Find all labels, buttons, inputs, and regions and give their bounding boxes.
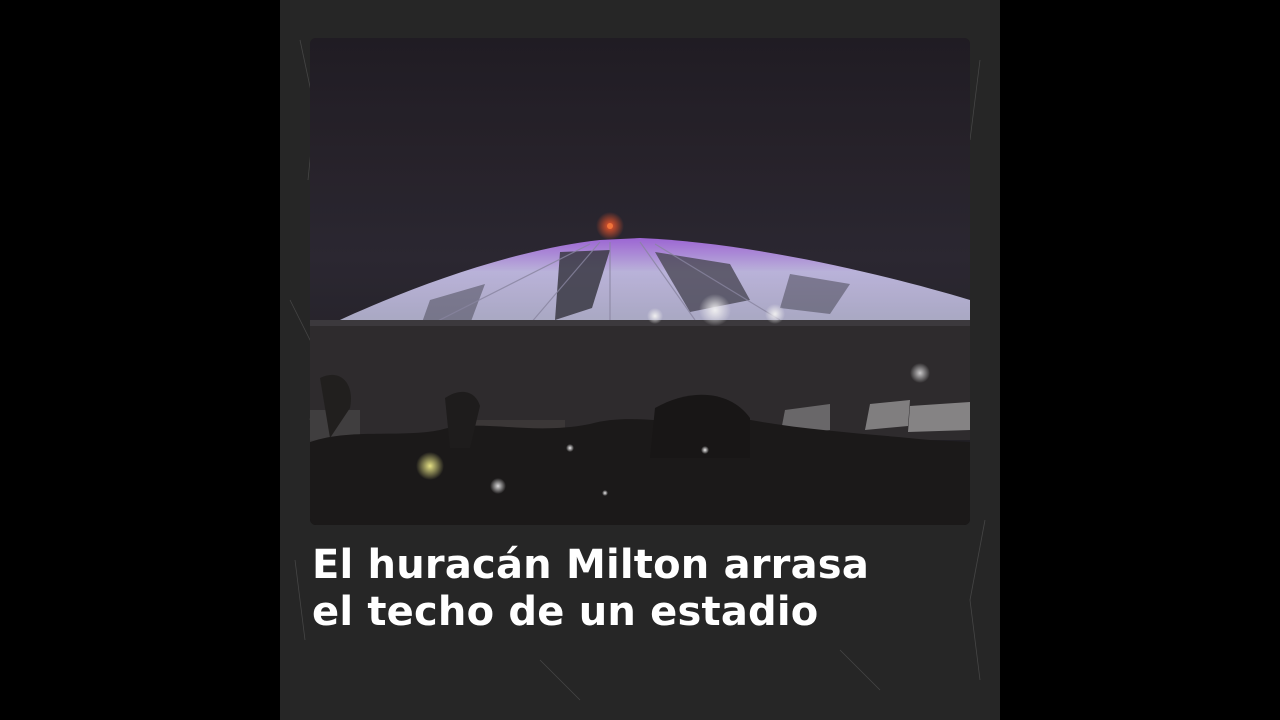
headline-line-2: el techo de un estadio (312, 589, 819, 635)
stadium-photo (310, 38, 970, 525)
headline-line-1: El huracán Milton arrasa (312, 542, 870, 588)
news-card: El huracán Milton arrasa el techo de un … (280, 0, 1000, 720)
headline: El huracán Milton arrasa el techo de un … (312, 542, 972, 636)
